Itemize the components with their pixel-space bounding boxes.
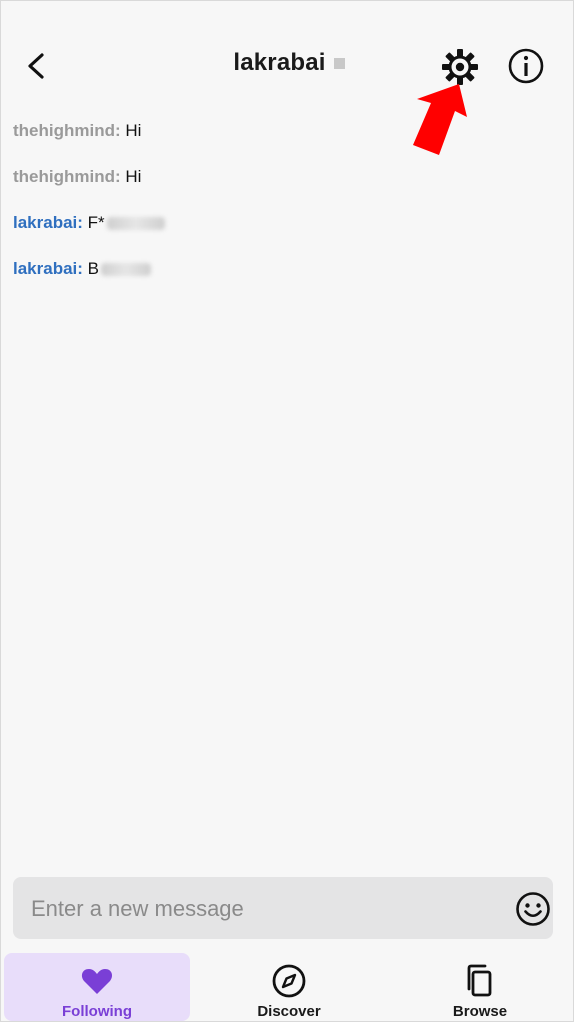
message-text: Hi	[125, 167, 142, 186]
message-separator: :	[77, 259, 83, 278]
compass-icon	[272, 964, 306, 998]
info-button[interactable]	[506, 46, 546, 86]
redacted-text-blur	[106, 217, 165, 231]
message-row: thehighmind: Hi	[13, 165, 553, 211]
message-username[interactable]: lakrabai	[13, 213, 77, 232]
emoji-button[interactable]	[515, 891, 551, 927]
message-text: Hi	[125, 121, 142, 140]
message-username[interactable]: lakrabai	[13, 259, 77, 278]
info-icon	[508, 48, 544, 84]
smiley-icon	[516, 892, 550, 926]
message-composer	[13, 877, 553, 941]
tab-following[interactable]: Following	[4, 953, 190, 1021]
tab-browse[interactable]: Browse	[387, 953, 573, 1021]
tab-label: Following	[62, 1003, 132, 1020]
message-row: lakrabai: B	[13, 257, 553, 303]
tab-discover[interactable]: Discover	[196, 953, 382, 1021]
app-frame: lakrabai thehighmind: Hi thehighmind: Hi…	[0, 0, 574, 1022]
heart-icon	[81, 969, 113, 994]
message-separator: :	[114, 167, 121, 186]
chat-header: lakrabai	[1, 1, 576, 155]
message-row: lakrabai: F*	[13, 211, 553, 257]
message-separator: :	[77, 213, 83, 232]
status-indicator	[333, 57, 345, 69]
message-input[interactable]	[29, 877, 493, 941]
message-username[interactable]: thehighmind	[13, 121, 115, 140]
copy-icon	[467, 964, 492, 997]
message-text: F*	[87, 213, 105, 232]
redacted-text-blur	[101, 263, 152, 277]
message-row: thehighmind: Hi	[13, 119, 553, 165]
message-separator: :	[114, 121, 121, 140]
message-text: B	[87, 259, 100, 278]
tab-label: Browse	[452, 1003, 508, 1020]
page-title: lakrabai	[233, 49, 326, 76]
message-list: thehighmind: Hi thehighmind: Hi lakrabai…	[13, 119, 553, 303]
chat-title-area: lakrabai	[1, 49, 576, 77]
bottom-nav: Following Discover Browse	[1, 951, 576, 1025]
message-username[interactable]: thehighmind	[13, 167, 115, 186]
tab-label: Discover	[257, 1003, 321, 1020]
